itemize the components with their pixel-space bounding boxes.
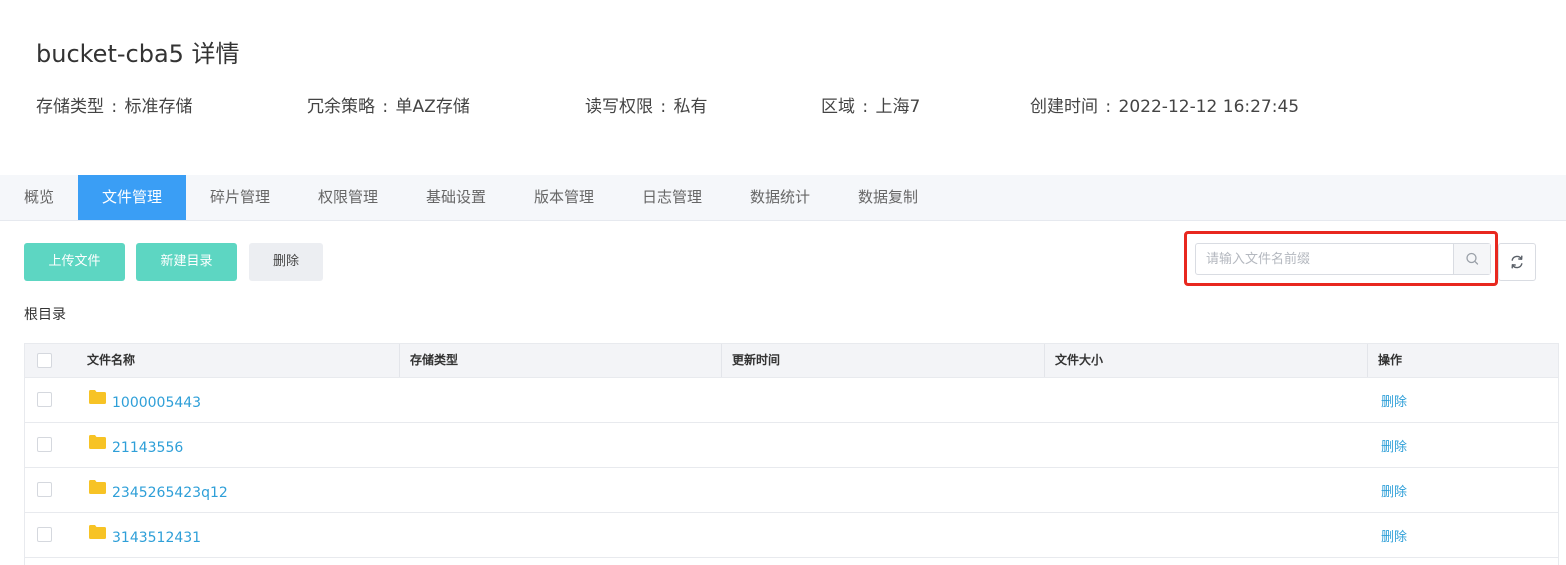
meta-value: 标准存储 bbox=[124, 97, 193, 117]
tab-fragment-management[interactable]: 碎片管理 bbox=[186, 175, 294, 220]
meta-separator: : bbox=[382, 97, 389, 117]
folder-icon bbox=[89, 480, 106, 494]
meta-storage-type: 存储类型 : 标准存储 bbox=[36, 92, 193, 117]
bucket-detail-page: bucket-cba5 详情 存储类型 : 标准存储 冗余策略 : 单AZ存储 … bbox=[0, 0, 1566, 565]
meta-label: 创建时间 bbox=[1030, 97, 1098, 117]
folder-icon bbox=[89, 435, 106, 449]
tab-overview[interactable]: 概览 bbox=[0, 175, 78, 220]
refresh-button[interactable] bbox=[1498, 243, 1536, 281]
meta-access: 读写权限 : 私有 bbox=[585, 92, 708, 117]
meta-separator: : bbox=[862, 97, 869, 117]
meta-created-time: 创建时间 : 2022-12-12 16:27:45 bbox=[1030, 92, 1299, 117]
refresh-icon bbox=[1511, 255, 1523, 269]
page-title: bucket-cba5 详情 bbox=[36, 40, 240, 68]
file-name-link[interactable]: 1000005443 bbox=[112, 395, 201, 411]
delete-button[interactable]: 删除 bbox=[249, 243, 323, 281]
tab-data-replication[interactable]: 数据复制 bbox=[834, 175, 942, 220]
bucket-meta-row: 存储类型 : 标准存储 冗余策略 : 单AZ存储 读写权限 : 私有 区域 : … bbox=[0, 92, 1566, 118]
search-button[interactable] bbox=[1453, 244, 1490, 274]
table-row: 1000005443 删除 bbox=[25, 378, 1558, 423]
table-row: 3143512431 删除 bbox=[25, 513, 1558, 558]
column-header-name[interactable]: 文件名称 bbox=[77, 344, 400, 377]
new-directory-button[interactable]: 新建目录 bbox=[136, 243, 237, 281]
row-delete-link[interactable]: 删除 bbox=[1381, 526, 1407, 545]
row-checkbox[interactable] bbox=[37, 437, 52, 452]
table-header: 文件名称 存储类型 更新时间 文件大小 操作 bbox=[25, 343, 1558, 378]
meta-separator: : bbox=[111, 97, 118, 117]
meta-label: 存储类型 bbox=[36, 97, 104, 117]
column-header-action: 操作 bbox=[1378, 353, 1403, 367]
meta-label: 区域 bbox=[821, 97, 855, 117]
tab-permission-management[interactable]: 权限管理 bbox=[294, 175, 402, 220]
meta-value: 上海7 bbox=[875, 97, 921, 117]
meta-separator: : bbox=[660, 97, 667, 117]
select-all-checkbox[interactable] bbox=[37, 353, 52, 368]
tab-log-management[interactable]: 日志管理 bbox=[618, 175, 726, 220]
meta-redundancy: 冗余策略 : 单AZ存储 bbox=[307, 92, 470, 117]
row-checkbox[interactable] bbox=[37, 482, 52, 497]
column-header-size[interactable]: 文件大小 bbox=[1045, 344, 1368, 377]
folder-icon bbox=[89, 525, 106, 539]
breadcrumb[interactable]: 根目录 bbox=[24, 304, 66, 324]
meta-region: 区域 : 上海7 bbox=[821, 92, 920, 117]
row-checkbox[interactable] bbox=[37, 527, 52, 542]
file-name-link[interactable]: 21143556 bbox=[112, 440, 183, 456]
tab-version-management[interactable]: 版本管理 bbox=[510, 175, 618, 220]
meta-label: 读写权限 bbox=[585, 97, 653, 117]
search-box bbox=[1195, 243, 1491, 275]
bucket-header: bucket-cba5 详情 存储类型 : 标准存储 冗余策略 : 单AZ存储 … bbox=[0, 0, 1566, 175]
table-row: 2345265423q12 删除 bbox=[25, 468, 1558, 513]
meta-separator: : bbox=[1105, 97, 1112, 117]
meta-value: 单AZ存储 bbox=[395, 97, 470, 117]
column-header-storage-type[interactable]: 存储类型 bbox=[400, 344, 722, 377]
search-input[interactable] bbox=[1196, 244, 1454, 274]
row-delete-link[interactable]: 删除 bbox=[1381, 481, 1407, 500]
folder-icon bbox=[89, 390, 106, 404]
file-name-link[interactable]: 2345265423q12 bbox=[112, 485, 228, 501]
meta-label: 冗余策略 bbox=[307, 97, 375, 117]
tab-bar: 概览 文件管理 碎片管理 权限管理 基础设置 版本管理 日志管理 数据统计 数据… bbox=[0, 175, 1566, 221]
row-delete-link[interactable]: 删除 bbox=[1381, 391, 1407, 410]
meta-value: 2022-12-12 16:27:45 bbox=[1118, 97, 1300, 117]
tab-file-management[interactable]: 文件管理 bbox=[78, 175, 186, 220]
search-icon bbox=[1466, 252, 1479, 265]
row-checkbox[interactable] bbox=[37, 392, 52, 407]
column-header-updated[interactable]: 更新时间 bbox=[722, 344, 1045, 377]
tab-basic-settings[interactable]: 基础设置 bbox=[402, 175, 510, 220]
row-delete-link[interactable]: 删除 bbox=[1381, 436, 1407, 455]
tab-data-statistics[interactable]: 数据统计 bbox=[726, 175, 834, 220]
file-name-link[interactable]: 3143512431 bbox=[112, 530, 201, 546]
upload-file-button[interactable]: 上传文件 bbox=[24, 243, 125, 281]
table-row: 21143556 删除 bbox=[25, 423, 1558, 468]
file-table: 文件名称 存储类型 更新时间 文件大小 操作 1000005443 删除 211… bbox=[24, 343, 1559, 565]
meta-value: 私有 bbox=[673, 97, 708, 117]
